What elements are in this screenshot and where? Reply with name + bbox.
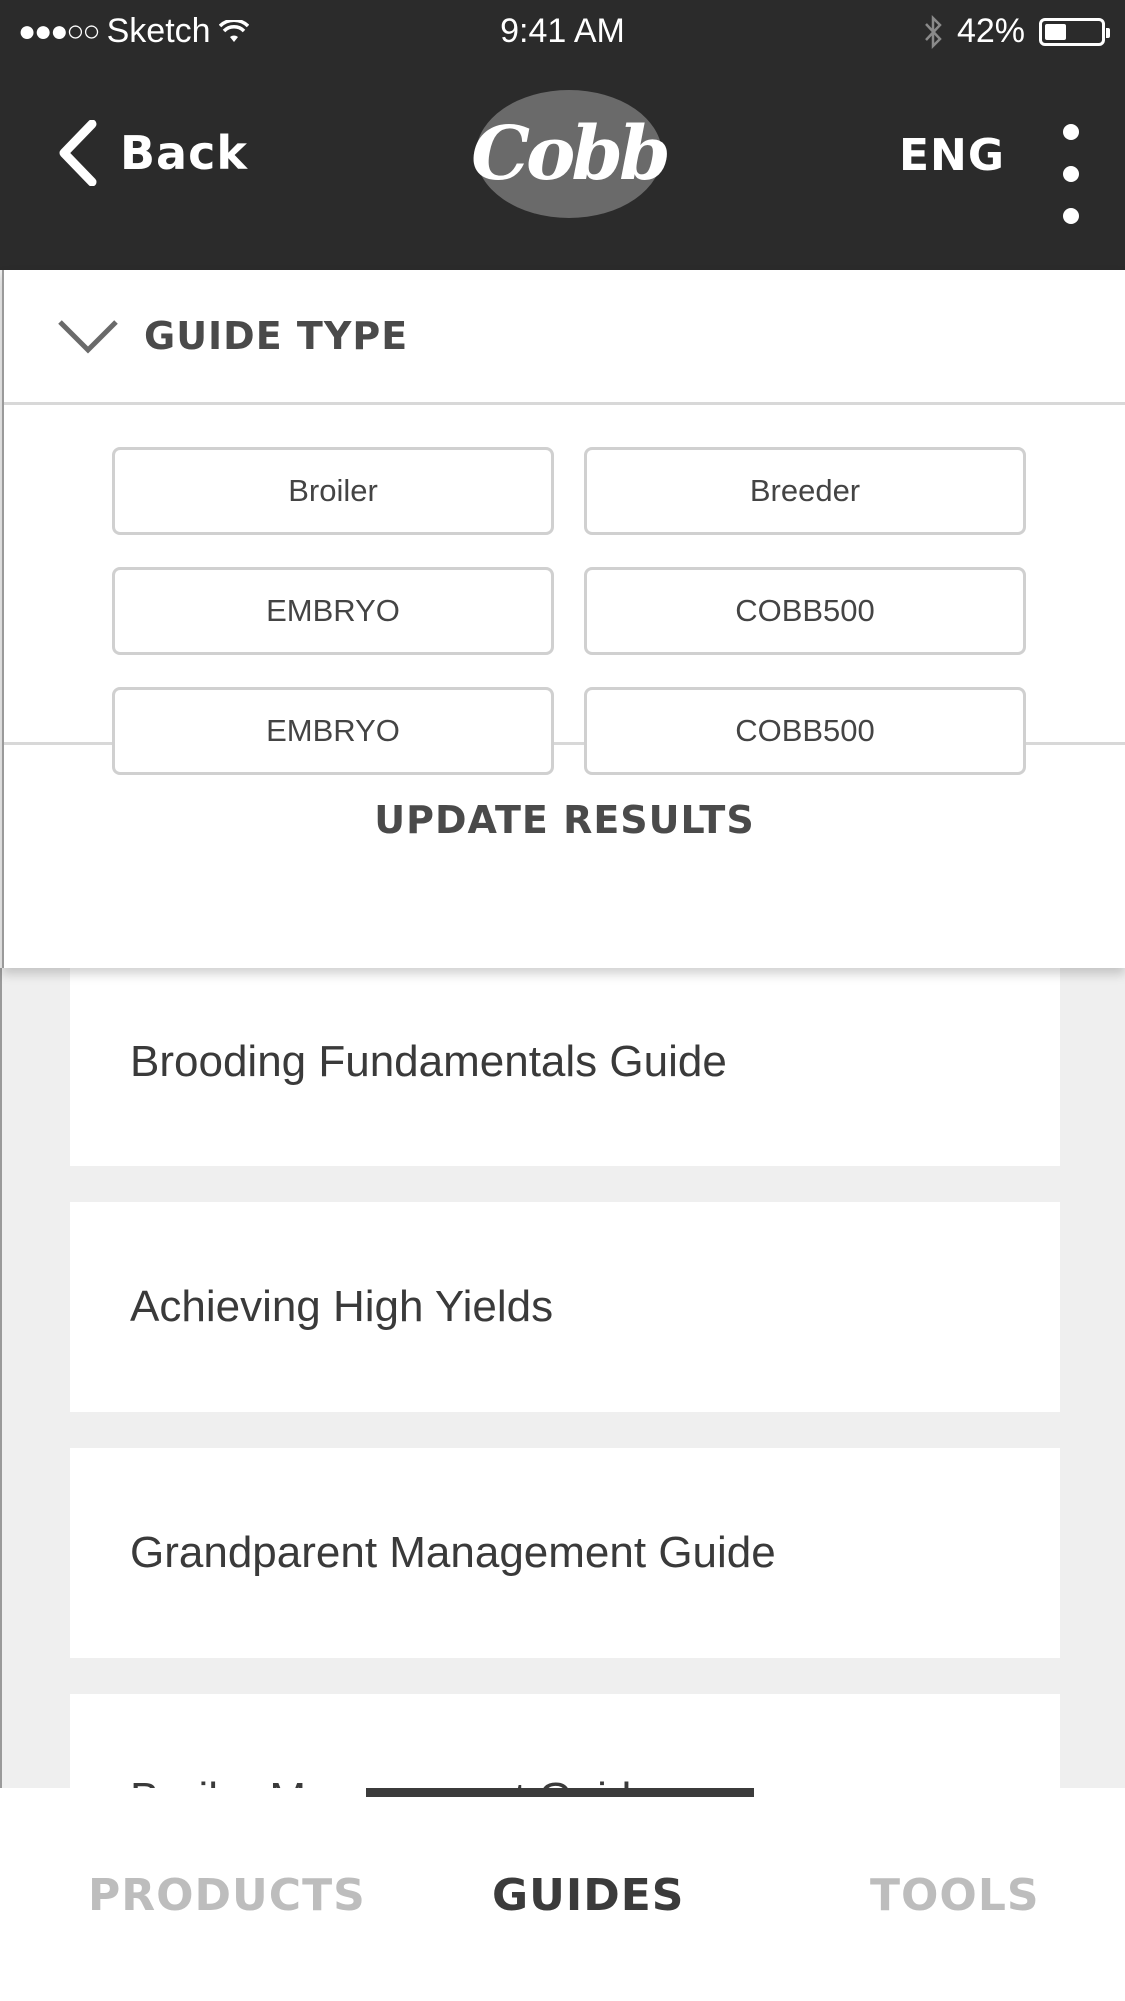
top-bar: ●●●○○ Sketch 9:41 AM 42% Back Cobb ENG — [0, 0, 1125, 270]
chevron-down-icon — [58, 320, 118, 354]
battery-icon — [1039, 17, 1110, 46]
status-right: 42% — [923, 12, 1110, 51]
filter-chip-embryo[interactable]: EMBRYO — [112, 567, 554, 655]
guide-list-item[interactable]: Broiler Management Guide — [70, 1694, 1060, 1788]
status-bar: ●●●○○ Sketch 9:41 AM 42% — [0, 0, 1125, 64]
tab-guides[interactable]: GUIDES — [492, 1870, 684, 1921]
guide-type-toggle[interactable]: GUIDE TYPE — [4, 270, 1125, 405]
guide-title: Achieving High Yields — [130, 1282, 554, 1331]
filter-chip-breeder[interactable]: Breeder — [584, 447, 1026, 535]
guide-title: Grandparent Management Guide — [130, 1528, 776, 1577]
active-tab-indicator — [366, 1788, 754, 1797]
language-selector[interactable]: ENG — [899, 130, 1005, 181]
battery-percentage: 42% — [956, 12, 1025, 50]
filter-chip-embryo-2[interactable]: EMBRYO — [112, 687, 554, 775]
tab-tools[interactable]: TOOLS — [870, 1870, 1040, 1921]
guide-list-item[interactable]: Brooding Fundamentals Guide — [70, 968, 1060, 1166]
cobb-logo: Cobb — [471, 90, 671, 218]
guide-title: Brooding Fundamentals Guide — [130, 1037, 727, 1086]
guide-type-filter-panel: GUIDE TYPE Broiler Breeder EMBRYO COBB50… — [2, 270, 1125, 968]
tab-products[interactable]: PRODUCTS — [88, 1870, 366, 1921]
chevron-left-icon — [59, 120, 97, 186]
filter-chip-cobb500-2[interactable]: COBB500 — [584, 687, 1026, 775]
more-options-icon[interactable] — [1061, 124, 1081, 224]
guides-list: Brooding Fundamentals Guide Achieving Hi… — [0, 968, 1125, 1788]
back-button[interactable]: Back — [58, 120, 248, 186]
bluetooth-icon — [925, 14, 942, 49]
filter-chip-broiler[interactable]: Broiler — [112, 447, 554, 535]
guide-title: Broiler Management Guide — [130, 1774, 656, 1788]
filter-chip-cobb500[interactable]: COBB500 — [584, 567, 1026, 655]
guide-list-item[interactable]: Grandparent Management Guide — [70, 1448, 1060, 1658]
guide-list-item[interactable]: Achieving High Yields — [70, 1202, 1060, 1412]
guide-type-options: Broiler Breeder EMBRYO COBB500 EMBRYO CO… — [4, 405, 1125, 775]
back-label: Back — [120, 126, 248, 180]
guide-type-title: GUIDE TYPE — [144, 314, 409, 358]
bottom-tab-bar: PRODUCTS GUIDES TOOLS — [0, 1788, 1125, 2001]
